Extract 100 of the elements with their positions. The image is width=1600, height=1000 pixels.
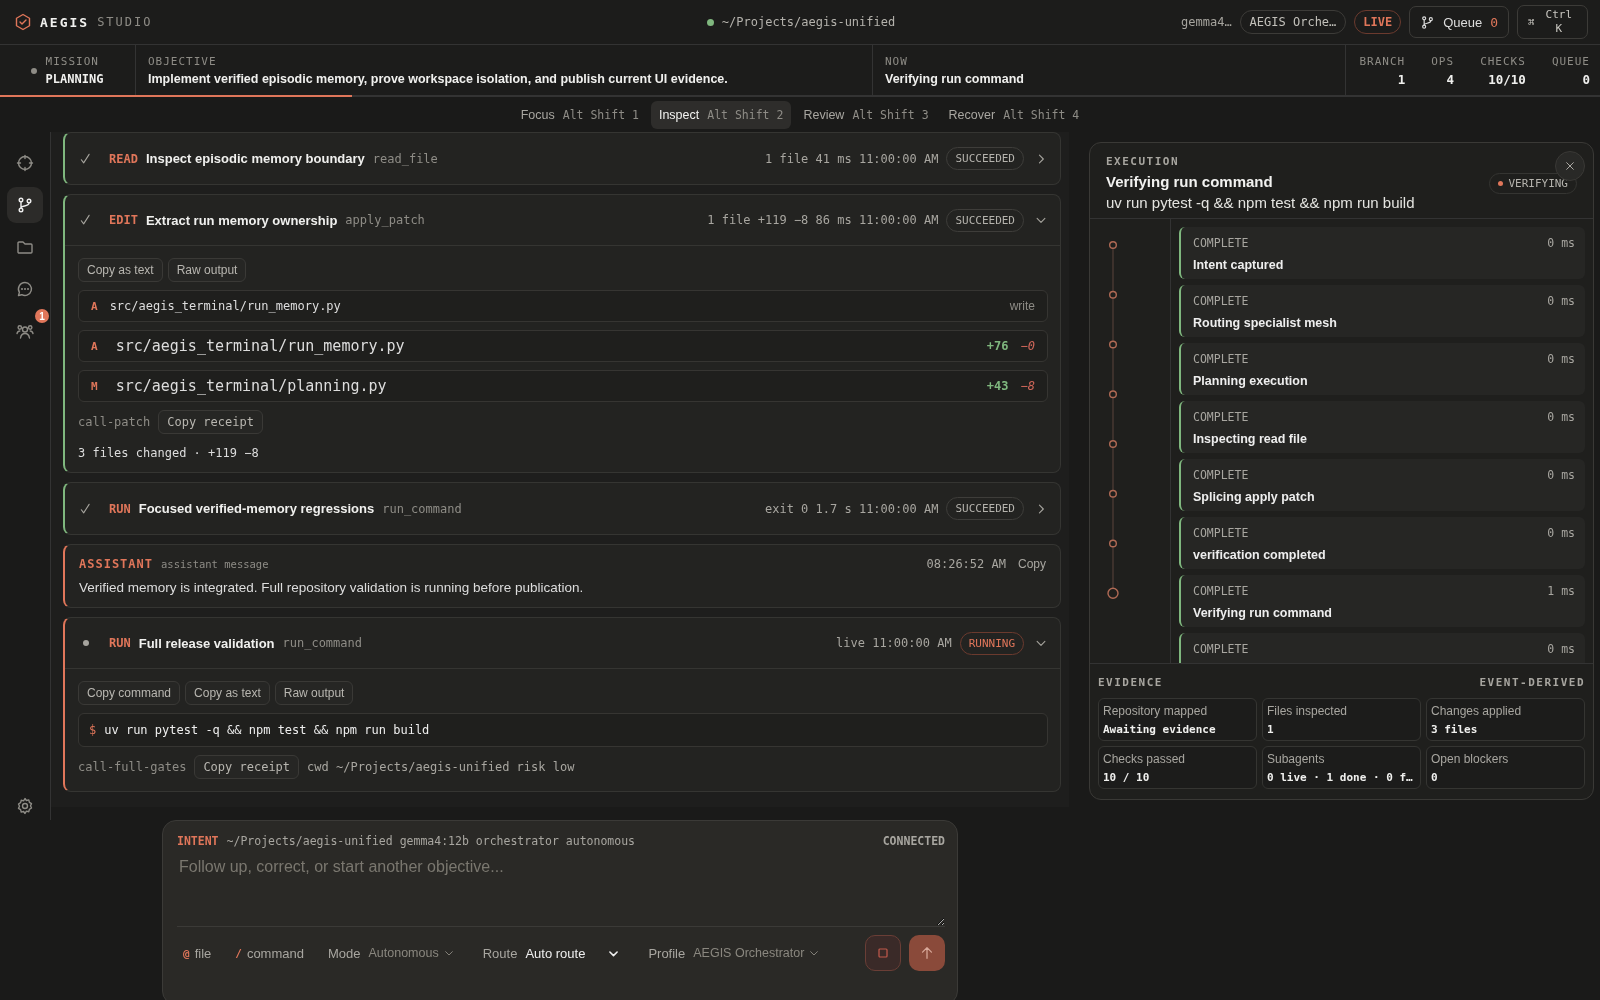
tool-name: apply_patch <box>345 213 425 227</box>
copy-button[interactable]: Copy <box>1018 557 1046 571</box>
step-status: COMPLETE <box>1193 236 1249 250</box>
status-dot-icon <box>1498 181 1504 186</box>
change-note: write <box>1009 299 1035 313</box>
arrow-up-icon <box>919 945 935 961</box>
app-name: AEGIS <box>40 14 90 30</box>
step-duration: 0 ms <box>1547 410 1575 424</box>
step-title: Focused verified-memory regressions <box>138 501 375 516</box>
status-dot-icon <box>706 18 714 26</box>
tool-name: read_file <box>372 151 438 166</box>
change-summary: 3 files changed · +119 −8 <box>78 446 260 460</box>
message-type: assistant message <box>161 558 269 570</box>
tool-name: run_command <box>282 636 362 650</box>
connection-status: CONNECTED <box>882 834 945 848</box>
stat-label: QUEUE <box>1551 54 1590 68</box>
step-duration: 0 ms <box>1547 642 1575 656</box>
tool-name: run_command <box>382 501 462 516</box>
evidence-value: 1 <box>1267 723 1275 736</box>
stat-value: 0 <box>1582 71 1590 87</box>
dropdown[interactable]: Auto route <box>525 945 621 961</box>
count-badge: 1 <box>35 309 49 323</box>
step-title: Routing specialist mesh <box>1193 316 1338 330</box>
dropdown[interactable]: Autonomous <box>368 946 455 960</box>
step-duration: 1 ms <box>1547 584 1575 598</box>
mode-tab[interactable]: Review Alt Shift 3 <box>795 100 937 129</box>
settings-icon <box>16 797 34 815</box>
send-button[interactable] <box>909 935 945 971</box>
step-title: Splicing apply patch <box>1193 490 1316 504</box>
evidence-value: 0 live · 1 done · 0 f… <box>1267 771 1414 784</box>
call-id: call-full-gates <box>78 760 187 774</box>
app-edition: STUDIO <box>97 15 153 29</box>
stop-icon <box>875 945 891 961</box>
model-name: gemma4… <box>1181 15 1232 29</box>
action-button[interactable]: Raw output <box>274 681 354 705</box>
file-path: src/aegis_terminal/run_memory.py <box>115 337 405 355</box>
step-title: Inspect episodic memory boundary <box>145 151 365 166</box>
mission-status: PLANNING <box>45 72 104 86</box>
folder-icon <box>16 238 34 256</box>
queue-button[interactable]: Queue 0 <box>1409 6 1510 38</box>
evidence-value: 10 / 10 <box>1103 771 1151 784</box>
logo-icon <box>14 13 32 31</box>
action-button[interactable]: Copy as text <box>185 681 270 705</box>
action-button[interactable]: Raw output <box>167 258 247 282</box>
step-title: Intent captured <box>1193 258 1285 272</box>
section-label: EVIDENCE <box>1098 676 1163 689</box>
status-text: VERIFYING <box>1508 177 1568 190</box>
change-type: A <box>91 299 98 313</box>
copy-receipt-button[interactable]: Copy receipt <box>158 410 263 434</box>
evidence-source: EVENT-DERIVED <box>1479 676 1585 689</box>
section-label: OBJECTIVE <box>148 55 218 68</box>
mode-tab[interactable]: Inspect Alt Shift 2 <box>650 100 792 129</box>
evidence-label: Files inspected <box>1267 704 1349 718</box>
call-id: call-patch <box>78 415 151 429</box>
prompt-sign: $ <box>89 723 97 737</box>
lines-removed: −0 <box>1020 339 1035 353</box>
current-step: Verifying run command <box>885 72 1024 86</box>
action-button[interactable]: Copy as text <box>78 258 163 282</box>
panel-command: uv run pytest -q && npm test && npm run build <box>1106 194 1415 211</box>
nav-button[interactable] <box>7 187 43 223</box>
file-path: src/aegis_terminal/planning.py <box>115 377 387 395</box>
change-type: A <box>91 339 98 353</box>
step-status: COMPLETE <box>1193 352 1249 366</box>
panel-label: EXECUTION <box>1106 155 1180 168</box>
step-status: COMPLETE <box>1193 468 1249 482</box>
message-time: 08:26:52 AM <box>926 557 1006 571</box>
step-title: Verifying run command <box>1193 606 1333 620</box>
objective-text: Implement verified episodic memory, prove workspace isolation, and publish current UI evidence. <box>148 72 729 86</box>
dropdown[interactable]: AEGIS Orchestrator <box>693 946 821 960</box>
run-details: cwd ~/Projects/aegis-unified risk low <box>307 760 575 774</box>
insert-button[interactable]: / command <box>235 945 304 961</box>
close-button[interactable] <box>1555 151 1585 181</box>
action-verb: RUN <box>109 636 131 650</box>
check-icon <box>79 213 93 227</box>
mode-tab[interactable]: Focus Alt Shift 1 <box>512 100 647 129</box>
intent-label: INTENT <box>177 834 219 848</box>
step-duration: 0 ms <box>1547 236 1575 250</box>
step-duration: 0 ms <box>1547 294 1575 308</box>
workspace-path: ~/Projects/aegis-unified <box>721 15 896 29</box>
step-title: verification completed <box>1193 548 1327 562</box>
step-meta: 1 file 41 ms 11:00:00 AM <box>765 151 939 166</box>
step-duration: 0 ms <box>1547 526 1575 540</box>
mode-tab[interactable]: Recover Alt Shift 4 <box>940 100 1088 129</box>
close-icon <box>1564 160 1576 172</box>
lines-added: +43 <box>986 379 1009 393</box>
command-text: uv run pytest -q && npm test && npm run build <box>104 723 430 737</box>
step-status: COMPLETE <box>1193 642 1249 656</box>
action-button[interactable]: Copy command <box>78 681 181 705</box>
crosshair-icon <box>16 154 34 172</box>
copy-receipt-button[interactable]: Copy receipt <box>194 755 300 779</box>
evidence-value: Awaiting evidence <box>1103 723 1217 736</box>
step-meta: exit 0 1.7 s 11:00:00 AM <box>765 501 939 516</box>
step-title: Planning execution <box>1193 374 1309 388</box>
composer-field[interactable]: INTENT ~/Projects/aegis-unified gemma4:12b orchestrator autonomous CONNECTED Follow up, correct, or start another objective... @ file / command Mode Autonomous Route Auto route Profile AEGIS Orchestrator <box>162 820 958 1000</box>
step-title: Inspecting read file <box>1193 432 1308 446</box>
evidence-label: Open blockers <box>1431 752 1510 766</box>
panel-title: Verifying run command <box>1106 173 1273 190</box>
section-label: NOW <box>885 55 909 68</box>
insert-button[interactable]: @ file <box>183 945 212 961</box>
action-verb: EDIT <box>109 213 138 227</box>
